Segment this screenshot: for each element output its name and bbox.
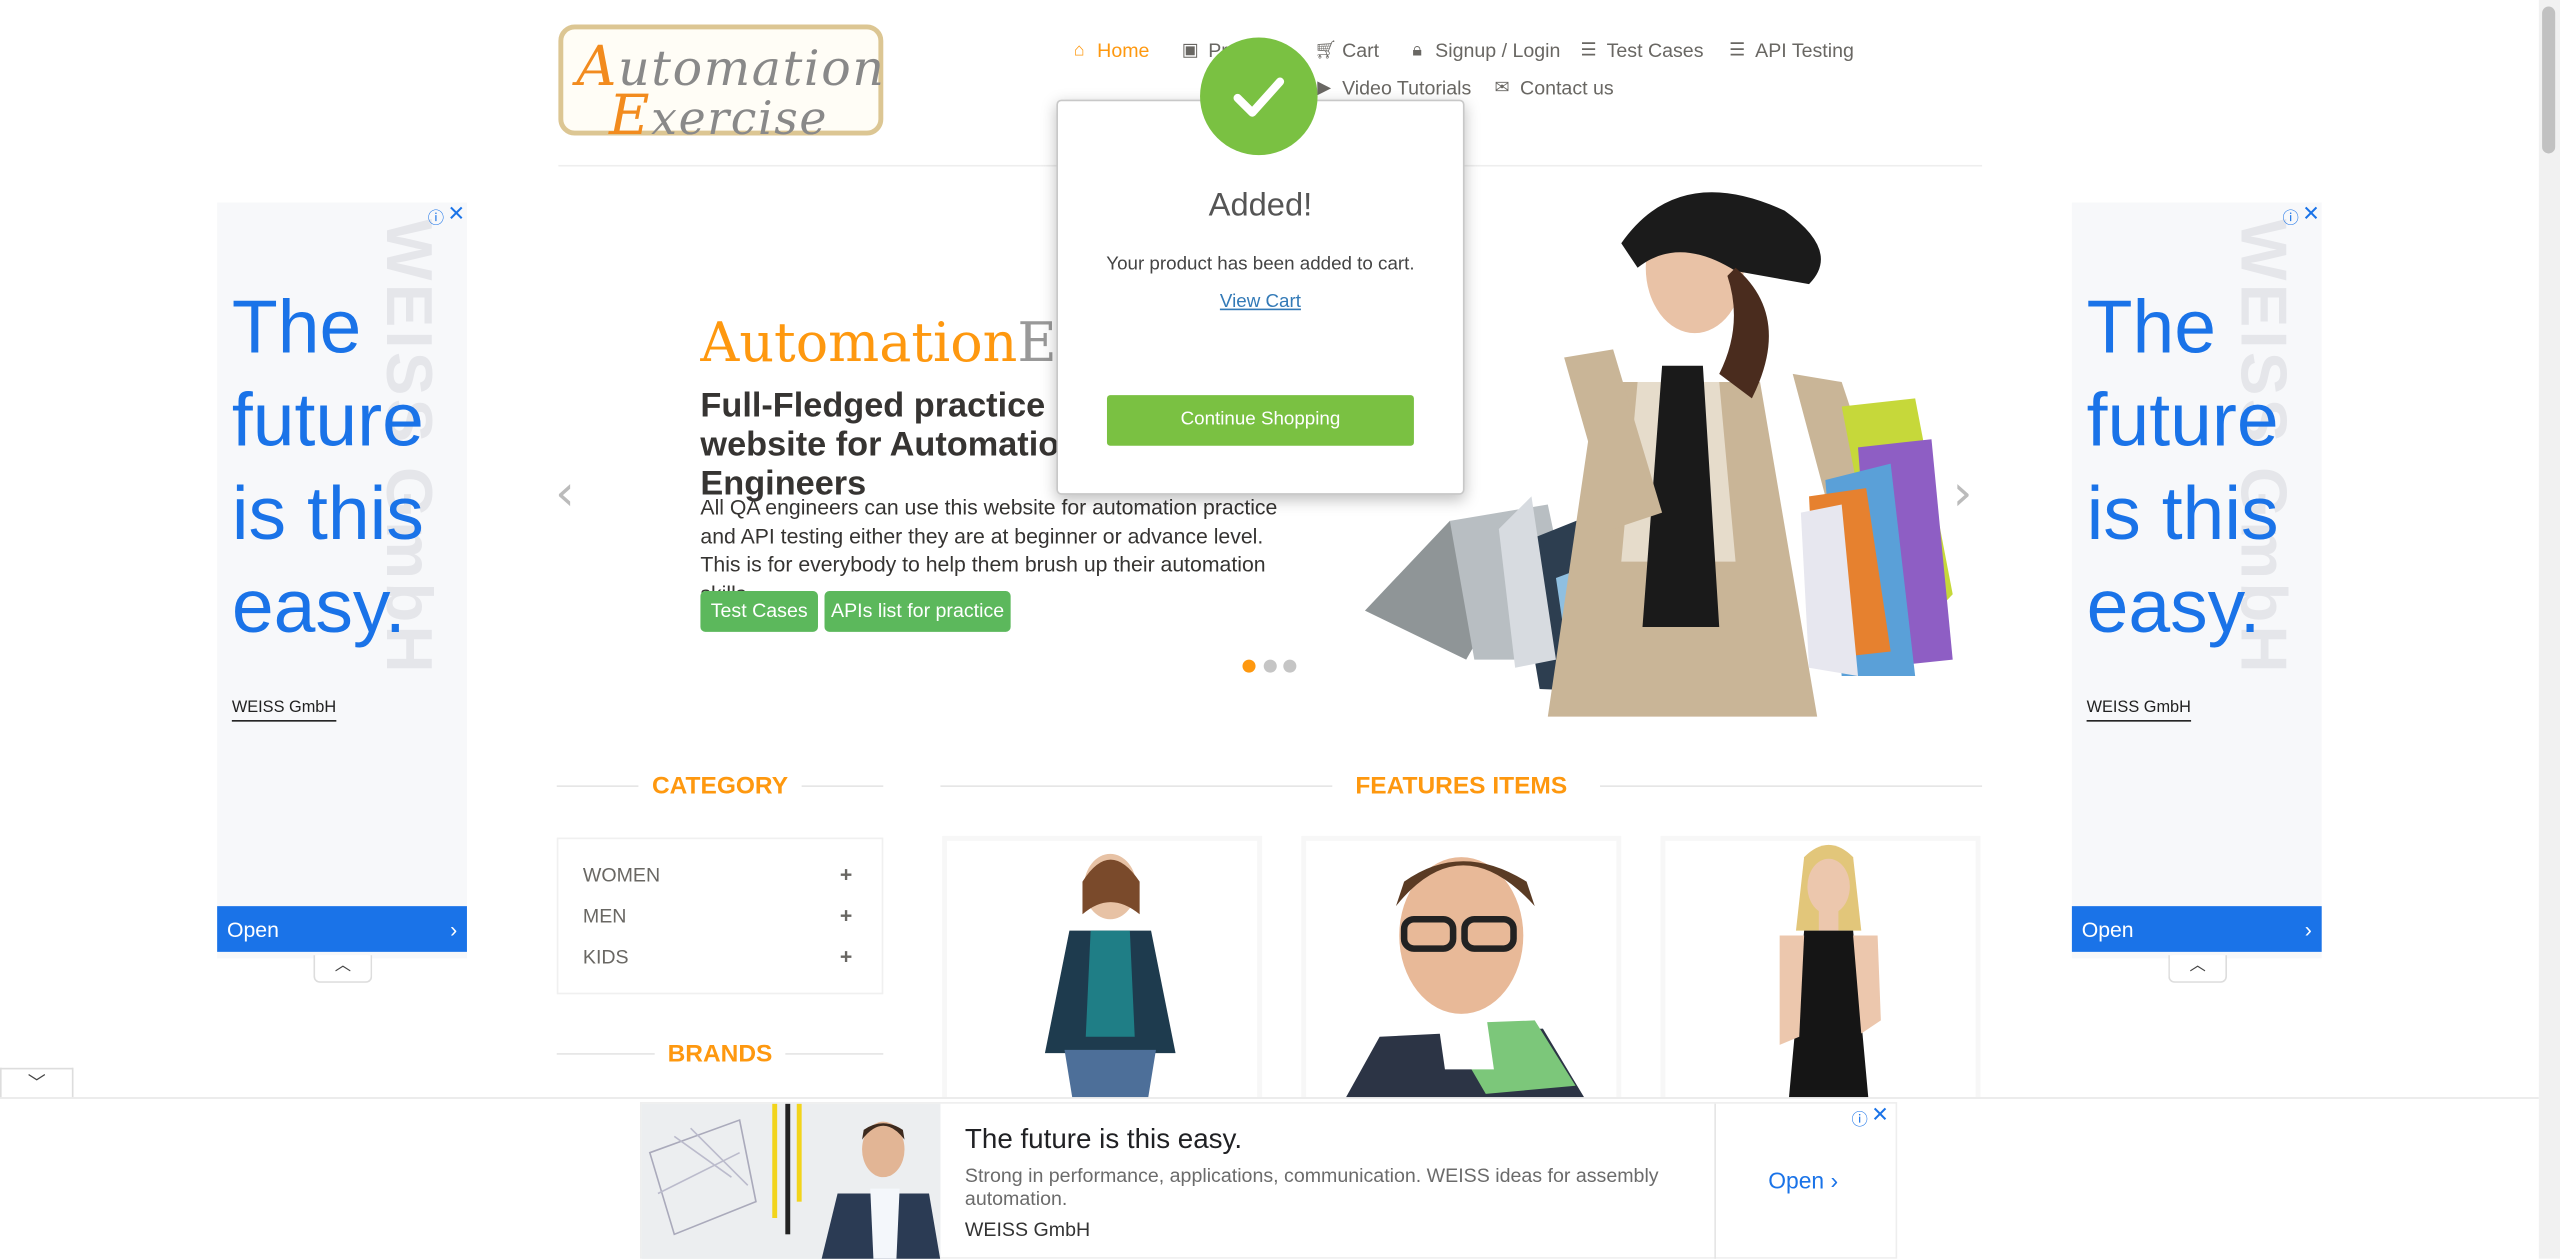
nav-contact[interactable]: ✉ Contact us: [1492, 76, 1614, 100]
chevron-up-icon: ︿: [334, 956, 352, 975]
category-kids[interactable]: KIDS: [583, 945, 629, 968]
list-icon: ☰: [1729, 40, 1746, 61]
product-card-3[interactable]: [1660, 835, 1981, 1114]
ad-brand[interactable]: WEISS GmbH: [231, 699, 337, 722]
ad-brand[interactable]: WEISS GmbH: [2086, 699, 2191, 722]
product-image-woman-2: [1665, 840, 1976, 1109]
product-card-2[interactable]: [1301, 835, 1622, 1114]
ad-info-icon[interactable]: ⓘ: [428, 204, 444, 229]
category-title-line-right: [801, 785, 884, 787]
bottom-ad-divider: [1714, 1103, 1716, 1259]
ad-headline: The future is this easy.: [231, 284, 424, 649]
logo-line-2: Exercise: [608, 83, 829, 149]
nav-test-cases-label: Test Cases: [1606, 39, 1704, 63]
ad-collapse-button[interactable]: ︿: [2168, 955, 2228, 983]
slider-dot-2[interactable]: [1263, 659, 1277, 673]
slider-prev-icon[interactable]: ‹: [555, 465, 575, 522]
chevron-right-icon: ›: [1830, 1167, 1839, 1194]
bottom-ad-open-label: Open: [1768, 1167, 1825, 1194]
chevron-right-icon: ›: [450, 917, 458, 943]
bottom-ad[interactable]: The future is this easy. Strong in perfo…: [640, 1102, 1898, 1259]
nav-signup-label: Signup / Login: [1435, 39, 1561, 63]
chevron-right-icon: ›: [2304, 917, 2312, 943]
envelope-icon: ✉: [1494, 78, 1510, 98]
bottom-ad-description: Strong in performance, applications, com…: [964, 1164, 1659, 1210]
left-side-ad[interactable]: WEISS GmbH The future is this easy. WEIS…: [217, 201, 467, 983]
modal-title: Added!: [1208, 187, 1313, 224]
added-to-cart-modal: Added! Your product has been added to ca…: [1056, 37, 1465, 495]
nav-cart[interactable]: 🛒︎ Cart: [1314, 39, 1379, 62]
cart-icon: 🛒︎: [1314, 40, 1338, 61]
nav-cart-label: Cart: [1342, 39, 1380, 63]
ad-close-icon[interactable]: ✕: [2302, 201, 2320, 227]
nav-signup-login[interactable]: 🔒︎ Signup / Login: [1407, 39, 1560, 62]
ad-open-label: Open: [2081, 917, 2134, 943]
category-panel: WOMEN + MEN + KIDS +: [556, 837, 884, 995]
bottom-ad-title[interactable]: The future is this easy.: [965, 1123, 1242, 1156]
view-cart-link[interactable]: View Cart: [1058, 292, 1463, 312]
bottom-ad-open-button[interactable]: Open ›: [1768, 1167, 1838, 1193]
slider-dot-3[interactable]: [1283, 659, 1297, 673]
ad-open-label: Open: [226, 917, 279, 943]
nav-test-cases[interactable]: ☰ Test Cases: [1579, 39, 1704, 62]
bottom-ad-collapse-button[interactable]: ﹀: [0, 1067, 74, 1099]
bottom-ad-image: [641, 1103, 941, 1259]
nav-video-tutorials[interactable]: ▶ Video Tutorials: [1314, 77, 1471, 100]
bottom-ad-brand[interactable]: WEISS GmbH: [965, 1218, 1090, 1241]
product-card-1[interactable]: [942, 835, 1263, 1114]
ad-headline: The future is this easy.: [2086, 284, 2279, 649]
nav-home[interactable]: ⌂ Home: [1069, 39, 1150, 63]
ad-close-icon[interactable]: ✕: [448, 201, 466, 227]
product-image-man: [1306, 840, 1617, 1109]
ad-info-icon[interactable]: ⓘ: [2283, 204, 2299, 229]
hero-apis-button[interactable]: APIs list for practice: [824, 591, 1011, 632]
briefcase-icon: ▣: [1181, 40, 1199, 61]
right-side-ad[interactable]: WEISS GmbH The future is this easy. WEIS…: [2071, 201, 2322, 983]
plus-icon[interactable]: +: [840, 862, 852, 886]
plus-icon[interactable]: +: [840, 944, 852, 968]
continue-shopping-button[interactable]: Continue Shopping: [1106, 395, 1414, 446]
hero-title-orange: Automation: [700, 310, 1018, 374]
list-icon: ☰: [1580, 40, 1597, 61]
page-scrollbar-thumb[interactable]: [2542, 6, 2556, 154]
lock-icon: 🔒︎: [1412, 40, 1422, 61]
nav-video-label: Video Tutorials: [1342, 76, 1472, 100]
nav-api-testing[interactable]: ☰ API Testing: [1727, 39, 1854, 62]
nav-home-label: Home: [1097, 39, 1150, 63]
ad-close-icon[interactable]: ✕: [1871, 1102, 1889, 1128]
category-men[interactable]: MEN: [583, 905, 627, 928]
product-image-woman-1: [946, 840, 1258, 1109]
ad-open-button[interactable]: Open ›: [2071, 906, 2322, 952]
plus-icon[interactable]: +: [840, 903, 852, 927]
chevron-down-icon: ﹀: [27, 1074, 46, 1094]
page-scrollbar[interactable]: [2538, 0, 2560, 1259]
ad-open-button[interactable]: Open ›: [217, 906, 467, 952]
brands-title-line-right: [785, 1053, 884, 1055]
ad-info-icon[interactable]: ⓘ: [1851, 1105, 1867, 1130]
home-icon: ⌂: [1073, 40, 1085, 61]
hero-test-cases-button[interactable]: Test Cases: [700, 591, 818, 632]
category-women[interactable]: WOMEN: [583, 864, 660, 887]
slider-dot-1[interactable]: [1242, 659, 1256, 673]
checkmark-icon: [1200, 37, 1318, 156]
nav-contact-label: Contact us: [1520, 76, 1614, 100]
site-logo[interactable]: Automation Exercise: [558, 24, 884, 149]
features-title-line-right: [1600, 785, 1983, 787]
nav-api-testing-label: API Testing: [1755, 39, 1854, 63]
ad-collapse-button[interactable]: ︿: [313, 955, 373, 983]
chevron-up-icon: ︿: [2189, 956, 2206, 975]
modal-message: Your product has been added to cart.: [1106, 254, 1415, 275]
